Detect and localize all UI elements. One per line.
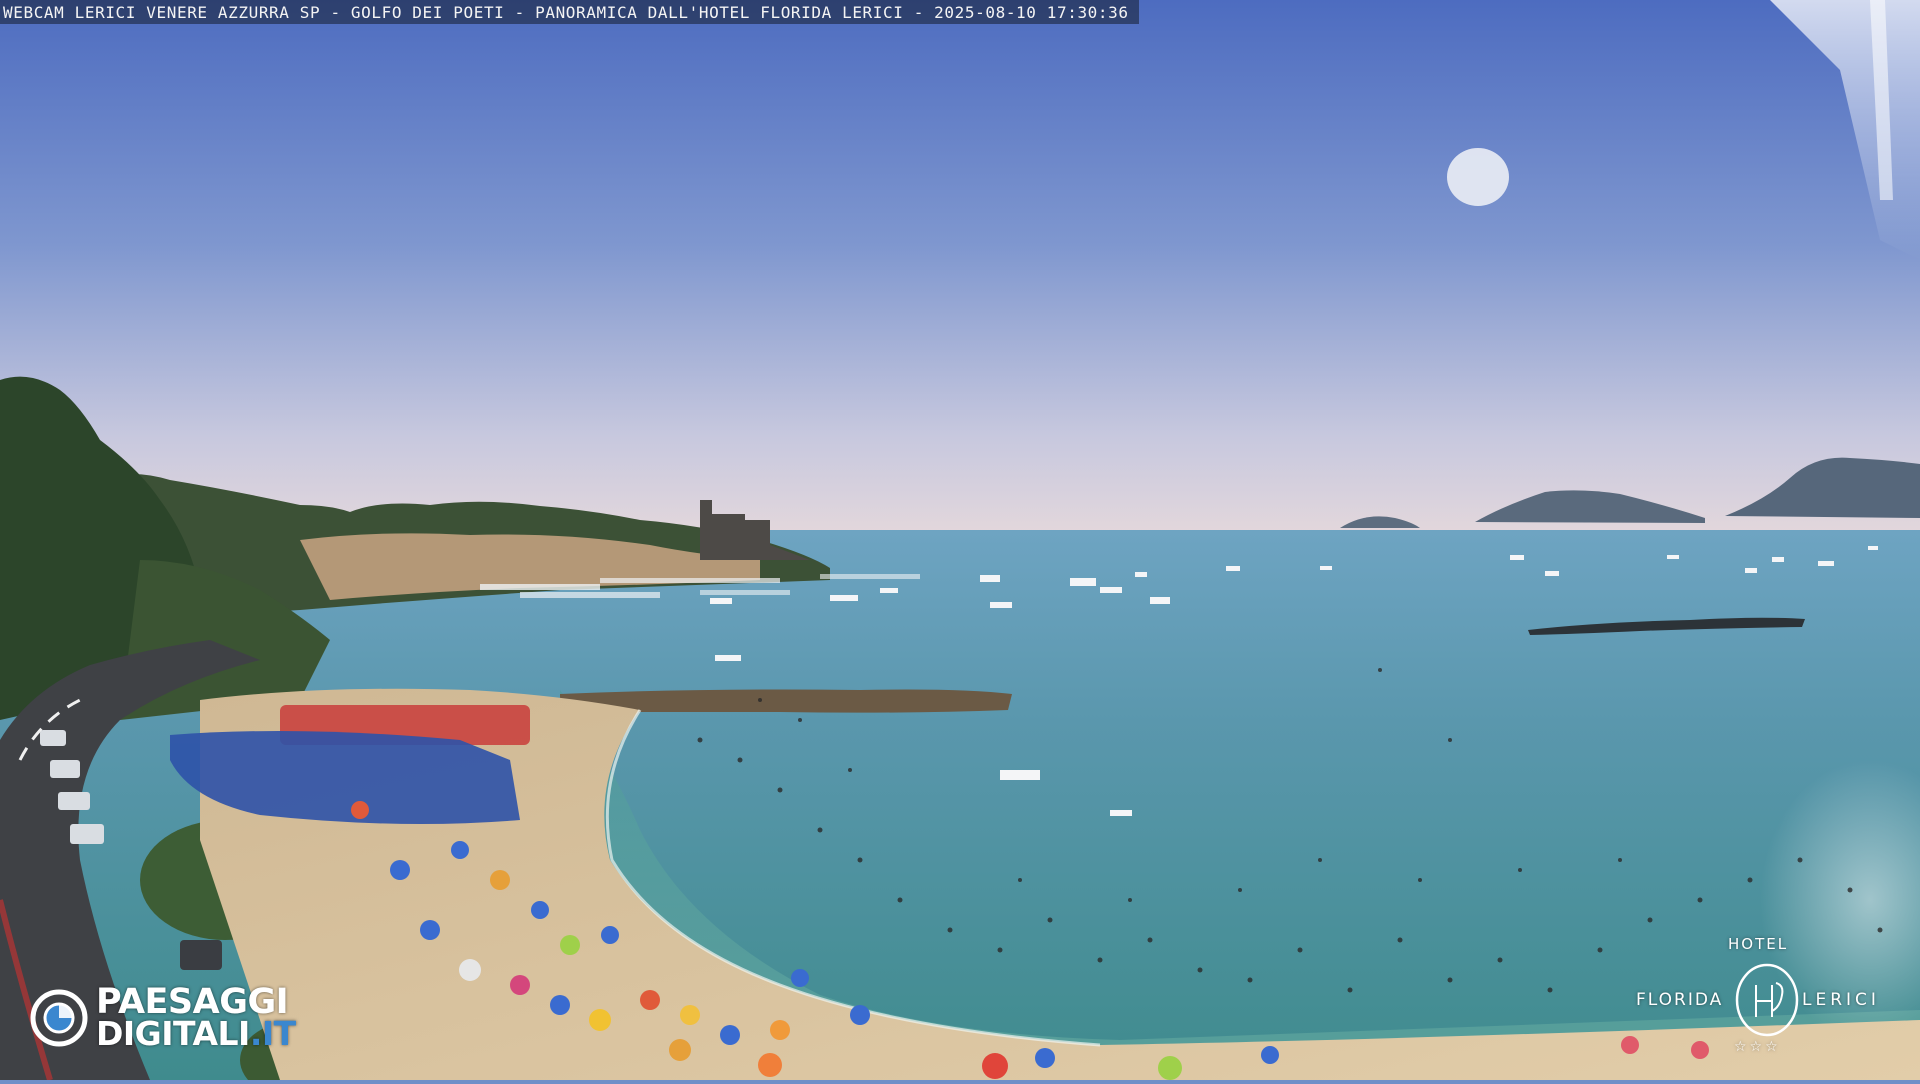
lens-flare [1447,148,1509,206]
webcam-scene [0,0,1920,1084]
hotel-logo-top: HOTEL [1728,935,1789,953]
hotel-stars: ☆☆☆ [1734,1039,1781,1055]
brand-line-2-main: DIGITALI [96,1014,250,1053]
brand-line-2-suffix: .IT [249,1014,296,1053]
sky [0,0,1920,545]
brand-text: PAESAGGI DIGITALI.IT [96,985,296,1051]
hotel-monogram-emblem [1735,963,1799,1037]
brand-line-2: DIGITALI.IT [96,1017,296,1050]
webcam-caption-bar: WEBCAM LERICI VENERE AZZURRA SP - GOLFO … [0,0,1139,24]
paesaggi-digitali-logo: PAESAGGI DIGITALI.IT [30,985,296,1051]
hotel-logo-right: LERICI [1802,990,1880,1010]
hotel-florida-logo: HOTEL FLORIDA LERICI ☆☆☆ [1636,935,1886,1065]
camera-lens-icon [30,989,88,1047]
panorama-svg [0,0,1920,1084]
webcam-caption: WEBCAM LERICI VENERE AZZURRA SP - GOLFO … [3,2,1129,22]
hotel-logo-left: FLORIDA [1636,990,1724,1010]
